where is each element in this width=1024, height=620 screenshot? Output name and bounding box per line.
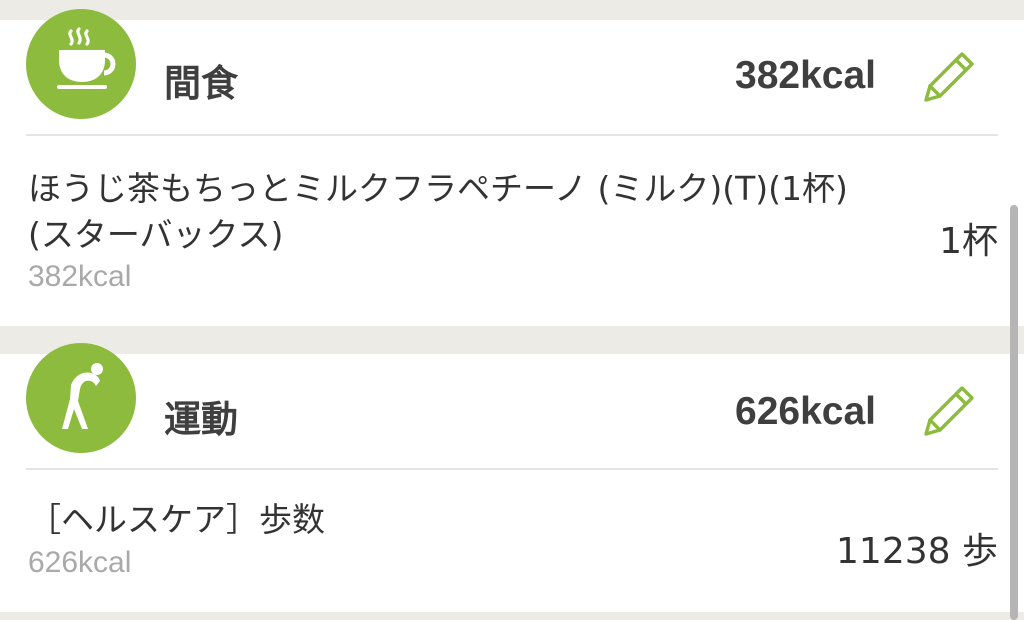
snack-section: 間食 382kcal ほうじ茶もちっとミルクフラペチーノ (ミルク)(T)(1杯… (0, 9, 1024, 326)
exercise-item-name: ［ヘルスケア］歩数 (28, 500, 325, 539)
scrollbar[interactable] (1010, 205, 1018, 620)
section-title: 運動 (164, 398, 238, 441)
section-kcal-total: 382kcal (735, 54, 876, 97)
snack-header: 間食 382kcal (0, 9, 1024, 134)
exercise-item-kcal: 626kcal (28, 546, 132, 579)
edit-exercise-button[interactable] (918, 382, 978, 442)
edit-snack-button[interactable] (918, 48, 978, 108)
pencil-icon (924, 52, 974, 102)
exercise-section: 運動 626kcal ［ヘルスケア］歩数 626kcal 11238 歩 (0, 343, 1024, 612)
stretching-person-icon (26, 343, 136, 453)
coffee-cup-icon (26, 9, 136, 119)
exercise-header: 運動 626kcal (0, 343, 1024, 468)
food-item-quantity: 1杯 (939, 221, 998, 262)
food-item-name: ほうじ茶もちっとミルクフラペチーノ (ミルク)(T)(1杯)(スターバックス) (28, 169, 848, 254)
section-kcal-total: 626kcal (735, 390, 876, 433)
pencil-icon (924, 386, 974, 436)
divider (26, 134, 998, 136)
exercise-item-quantity: 11238 歩 (836, 531, 998, 572)
divider (26, 468, 998, 470)
section-title: 間食 (164, 62, 238, 105)
food-item-kcal: 382kcal (28, 260, 132, 293)
